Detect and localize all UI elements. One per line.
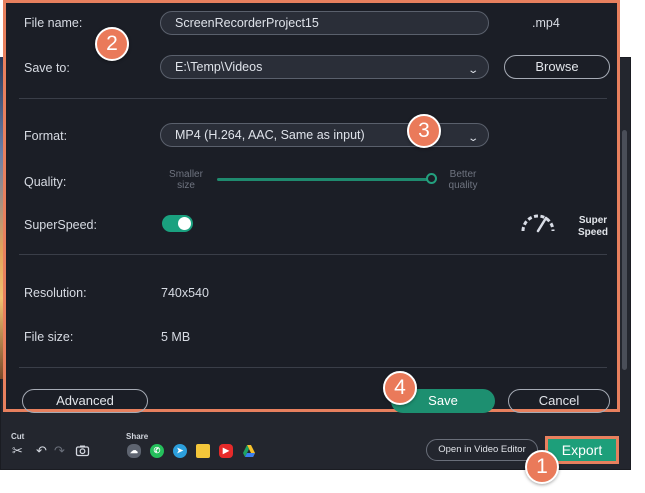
quality-max-caption: Better quality [441, 169, 485, 191]
file-size-label: File size: [24, 330, 74, 344]
cut-label: Cut [11, 432, 25, 441]
quality-min-line2: size [177, 180, 195, 191]
save-to-value: E:\Temp\Videos [175, 60, 263, 74]
superspeed-toggle[interactable] [162, 215, 193, 232]
chevron-down-icon: ⌄ [466, 65, 479, 76]
open-in-video-editor-button[interactable]: Open in Video Editor [426, 439, 538, 461]
file-name-value: ScreenRecorderProject15 [175, 16, 319, 30]
save-to-label: Save to: [24, 61, 70, 75]
speedometer-icon [521, 214, 555, 233]
callout-1: 1 [525, 450, 559, 484]
file-size-value: 5 MB [161, 330, 191, 344]
advanced-button[interactable]: Advanced [22, 389, 148, 413]
google-drive-folder-icon[interactable] [196, 444, 210, 458]
file-extension: .mp4 [532, 16, 560, 30]
export-dialog: File name: ScreenRecorderProject15 .mp4 … [3, 0, 620, 413]
whatsapp-icon[interactable]: ✆ [150, 444, 164, 458]
superspeed-label: SuperSpeed: [24, 218, 97, 232]
quality-label: Quality: [24, 175, 67, 189]
quality-max-line1: Better [449, 169, 477, 180]
scrollbar[interactable] [622, 130, 627, 370]
superspeed-badge: Super Speed [571, 215, 615, 239]
browse-button[interactable]: Browse [504, 55, 610, 79]
scissors-icon[interactable]: ✂ [10, 443, 25, 458]
camera-icon[interactable] [75, 443, 90, 458]
format-value: MP4 (H.264, AAC, Same as input) [175, 128, 365, 142]
telegram-icon[interactable]: ➤ [173, 444, 187, 458]
divider [19, 98, 607, 99]
undo-icon[interactable]: ↶ [34, 443, 49, 458]
chevron-down-icon: ⌄ [466, 133, 479, 144]
resolution-label: Resolution: [24, 286, 87, 300]
superspeed-badge-line2: Speed [577, 227, 608, 238]
callout-3: 3 [407, 114, 441, 148]
file-name-label: File name: [24, 16, 83, 30]
cancel-button[interactable]: Cancel [508, 389, 610, 413]
file-name-input[interactable]: ScreenRecorderProject15 [160, 11, 489, 35]
google-drive-icon[interactable] [242, 444, 256, 458]
quality-slider-thumb[interactable] [426, 173, 437, 184]
quality-min-line1: Smaller [169, 169, 203, 180]
resolution-value: 740x540 [161, 286, 209, 300]
callout-4: 4 [383, 371, 417, 405]
quality-slider-track[interactable] [217, 178, 431, 181]
superspeed-badge-line1: Super [578, 215, 608, 226]
format-label: Format: [24, 129, 68, 143]
callout-2: 2 [95, 27, 129, 61]
youtube-icon[interactable]: ▶ [219, 444, 233, 458]
redo-icon[interactable]: ↷ [52, 443, 67, 458]
quality-min-caption: Smaller size [164, 169, 208, 191]
save-to-select[interactable]: E:\Temp\Videos ⌄ [160, 55, 489, 79]
divider [19, 254, 607, 255]
cloud-upload-icon[interactable]: ☁ [127, 444, 141, 458]
toggle-knob [178, 217, 191, 230]
quality-max-line2: quality [448, 180, 478, 191]
divider [19, 367, 607, 368]
share-label: Share [126, 432, 149, 441]
